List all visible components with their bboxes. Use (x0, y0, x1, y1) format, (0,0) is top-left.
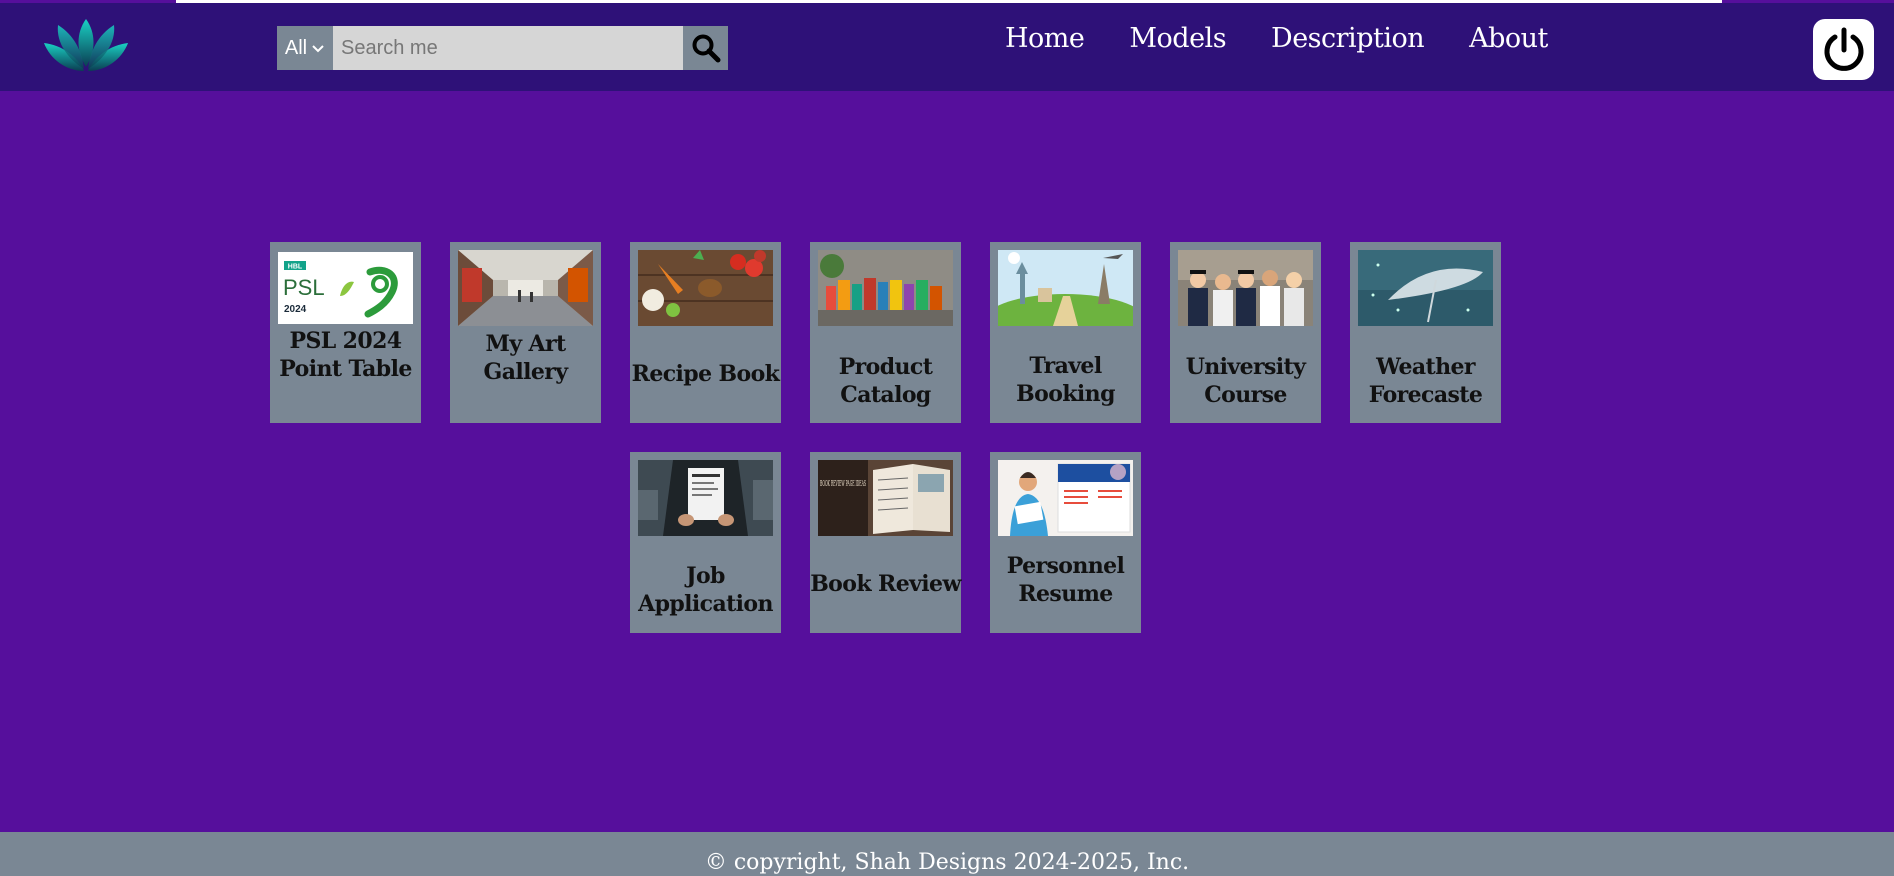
book-review-image: BOOK REVIEW PAGE IDEAS (818, 460, 953, 536)
vegetables-image (638, 250, 773, 326)
nav-home[interactable]: Home (1005, 23, 1085, 54)
card-art-gallery[interactable]: My Art Gallery (450, 242, 601, 423)
magnifier-icon (692, 34, 720, 63)
search-button[interactable] (683, 26, 728, 70)
resume-hands-image (638, 460, 773, 536)
main-nav: Home Models Description About (1005, 23, 1548, 54)
graduates-image (1178, 250, 1313, 326)
nav-models[interactable]: Models (1129, 23, 1226, 54)
top-navbar: All Home Models Description About (0, 3, 1894, 91)
card-personnel-resume[interactable]: Personnel Resume (990, 452, 1141, 633)
chevron-down-icon (312, 45, 324, 53)
nav-description[interactable]: Description (1271, 23, 1425, 54)
power-button[interactable] (1813, 19, 1874, 80)
card-title: University Course (1185, 354, 1306, 408)
card-title: My Art Gallery (483, 331, 569, 385)
psl-2024-logo-image: HBL PSL 2024 (278, 252, 413, 324)
search-category-select[interactable]: All (277, 26, 333, 70)
card-travel-booking[interactable]: Travel Booking (990, 242, 1141, 423)
search-bar: All (277, 26, 728, 70)
footer: © copyright, Shah Designs 2024-2025, Inc… (0, 832, 1894, 876)
card-title: PSL 2024 Point Table (279, 328, 412, 382)
card-title: Personnel Resume (1006, 553, 1125, 607)
card-university-course[interactable]: University Course (1170, 242, 1321, 423)
nav-about[interactable]: About (1469, 23, 1548, 54)
art-gallery-image (458, 250, 593, 326)
power-icon (1824, 27, 1863, 71)
psl-main-text: PSL (283, 275, 325, 300)
card-title: Book Review (810, 571, 961, 597)
copyright-text: © copyright, Shah Designs 2024-2025, Inc… (704, 850, 1190, 875)
card-title: Weather Forecaste (1368, 354, 1483, 408)
card-recipe-book[interactable]: Recipe Book (630, 242, 781, 423)
card-product-catalog[interactable]: Product Catalog (810, 242, 961, 423)
lotus-icon[interactable] (40, 15, 132, 81)
world-landmarks-image (998, 250, 1133, 326)
card-title: Travel Booking (1016, 353, 1115, 407)
card-title: Recipe Book (631, 361, 780, 387)
card-job-application[interactable]: Job Application (630, 452, 781, 633)
book-review-thumb-text: BOOK REVIEW PAGE IDEAS (820, 479, 866, 488)
product-shelf-image (818, 250, 953, 326)
card-psl-2024[interactable]: HBL PSL 2024 PSL 2024 Point Table (270, 242, 421, 423)
card-book-review[interactable]: BOOK REVIEW PAGE IDEAS Book Review (810, 452, 961, 633)
psl-hbl-text: HBL (288, 264, 303, 271)
cover-letter-image (998, 460, 1133, 536)
card-weather-forecaste[interactable]: Weather Forecaste (1350, 242, 1501, 423)
search-category-label: All (284, 36, 308, 59)
card-title: Job Application (638, 563, 773, 617)
search-input[interactable] (333, 26, 683, 70)
card-title: Product Catalog (838, 354, 933, 408)
umbrella-rain-image (1358, 250, 1493, 326)
psl-year-text: 2024 (284, 304, 307, 315)
